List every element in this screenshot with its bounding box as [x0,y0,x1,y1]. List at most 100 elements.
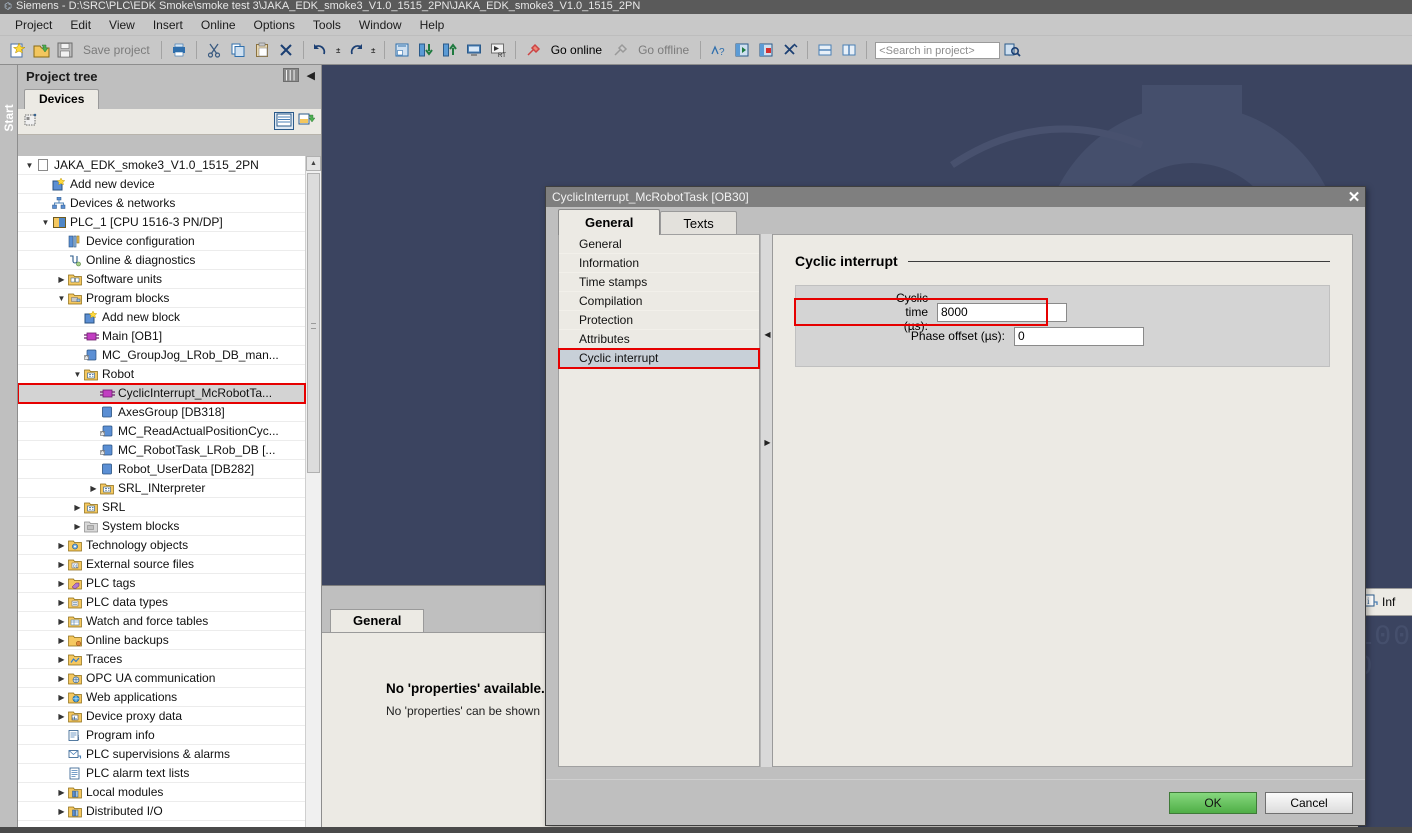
tree-item-cyclicinterrupt-mcrobotta[interactable]: CyclicInterrupt_McRobotTa... [18,384,305,403]
chevron-right-icon[interactable]: ▶ [88,484,99,493]
redo-icon[interactable] [345,39,367,61]
tree-item-robot[interactable]: ▼Robot [18,365,305,384]
dialog-splitter[interactable]: ◀ ▶ [760,234,773,767]
find-in-project-icon[interactable] [1001,39,1023,61]
tree-item-plc-data-types[interactable]: ▶PLC data types [18,593,305,612]
redo-dropdown-icon[interactable]: ± [369,39,378,61]
ok-button[interactable]: OK [1169,792,1257,814]
close-editor-icon[interactable] [755,39,777,61]
go-online-button[interactable]: Go online [545,43,608,57]
save-icon[interactable] [54,39,76,61]
tree-item-mc-robottask-lrob-db[interactable]: MC_RobotTask_LRob_DB [... [18,441,305,460]
chevron-right-icon[interactable]: ▶ [72,522,83,531]
chevron-right-icon[interactable]: ▶ [56,807,67,816]
tab-general-properties[interactable]: General [330,609,424,632]
tree-item-add-new-device[interactable]: Add new device [18,175,305,194]
detail-view-icon[interactable] [298,112,315,130]
chevron-down-icon[interactable]: ▼ [56,294,67,303]
chevron-right-icon[interactable]: ▶ [56,693,67,702]
tree-item-add-new-block[interactable]: Add new block [18,308,305,327]
cyclic-time-input[interactable] [937,303,1067,322]
chevron-right-icon[interactable]: ▶ [56,598,67,607]
chevron-right-icon[interactable]: ▶ [56,636,67,645]
dialog-nav-time-stamps[interactable]: Time stamps [559,273,759,292]
tree-item-technology-objects[interactable]: ▶Technology objects [18,536,305,555]
tree-item-main-ob1[interactable]: Main [OB1] [18,327,305,346]
tree-item-web-applications[interactable]: ▶Web applications [18,688,305,707]
tree-item-online-diagnostics[interactable]: Online & diagnostics [18,251,305,270]
tree-item-plc-1-cpu-1516-3-pn-dp[interactable]: ▼PLC_1 [CPU 1516-3 PN/DP] [18,213,305,232]
compile-icon[interactable] [391,39,413,61]
open-project-icon[interactable] [30,39,52,61]
cancel-button[interactable]: Cancel [1265,792,1353,814]
go-offline-button[interactable]: Go offline [632,43,695,57]
print-icon[interactable] [168,39,190,61]
list-view-icon[interactable] [274,112,294,130]
cut-icon[interactable] [203,39,225,61]
menu-online[interactable]: Online [192,16,245,34]
search-input[interactable]: <Search in project> [875,42,1000,59]
tree-vertical-scrollbar[interactable]: ▲ [305,156,321,833]
tree-item-online-backups[interactable]: ▶Online backups [18,631,305,650]
undo-icon[interactable] [310,39,332,61]
chevron-right-icon[interactable]: ▶ [56,275,67,284]
tree-item-software-units[interactable]: ▶Software units [18,270,305,289]
start-simulation-icon[interactable] [463,39,485,61]
go-online-icon[interactable] [522,39,544,61]
collapse-panel-icon[interactable]: ||| [283,68,299,82]
tree-item-traces[interactable]: ▶Traces [18,650,305,669]
menu-insert[interactable]: Insert [144,16,192,34]
start-runtime-icon[interactable]: RT [487,39,509,61]
tree-item-mc-groupjog-lrob-db-man[interactable]: MC_GroupJog_LRob_DB_man... [18,346,305,365]
undo-dropdown-icon[interactable]: ± [334,39,343,61]
tree-item-device-proxy-data[interactable]: ▶Device proxy data [18,707,305,726]
tree-item-mc-readactualpositioncyc[interactable]: MC_ReadActualPositionCyc... [18,422,305,441]
tree-item-program-blocks[interactable]: ▼Program blocks [18,289,305,308]
dialog-nav-protection[interactable]: Protection [559,311,759,330]
upload-from-device-icon[interactable] [439,39,461,61]
tree-item-srl[interactable]: ▶SRL [18,498,305,517]
chevron-right-icon[interactable]: ▶ [72,503,83,512]
tree-item-distributed-i-o[interactable]: ▶Distributed I/O [18,802,305,821]
chevron-down-icon[interactable]: ▼ [24,161,35,170]
menu-project[interactable]: Project [6,16,61,34]
new-project-icon[interactable] [6,39,28,61]
chevron-right-icon[interactable]: ▶ [56,674,67,683]
tree-item-plc-alarm-text-lists[interactable]: PLC alarm text lists [18,764,305,783]
portal-view-tab[interactable]: Start [0,65,18,833]
chevron-right-icon[interactable]: ▶ [56,579,67,588]
scrollbar-thumb[interactable] [307,173,320,473]
filter-devices-icon[interactable] [24,113,40,131]
tree-item-opc-ua-communication[interactable]: ▶OPC UA communication [18,669,305,688]
save-project-button[interactable]: Save project [77,43,156,57]
dialog-nav-information[interactable]: Information [559,254,759,273]
go-offline-icon[interactable] [609,39,631,61]
copy-icon[interactable] [227,39,249,61]
pin-panel-icon[interactable]: ◀ [307,69,315,82]
menu-tools[interactable]: Tools [304,16,350,34]
tree-item-plc-tags[interactable]: ▶PLC tags [18,574,305,593]
tree-item-jaka-edk-smoke3-v1-0-1515-2pn[interactable]: ▼JAKA_EDK_smoke3_V1.0_1515_2PN [18,156,305,175]
tree-item-axesgroup-db318[interactable]: AxesGroup [DB318] [18,403,305,422]
chevron-right-icon[interactable]: ▶ [56,788,67,797]
tree-item-srl-interpreter[interactable]: ▶SRL_INterpreter [18,479,305,498]
tree-item-program-info[interactable]: iProgram info [18,726,305,745]
splitter-right-arrow-icon[interactable]: ▶ [763,438,772,447]
menu-view[interactable]: View [100,16,144,34]
menu-options[interactable]: Options [245,16,304,34]
tab-general[interactable]: General [558,209,660,235]
tree-item-system-blocks[interactable]: ▶System blocks [18,517,305,536]
tree-item-robot-userdata-db282[interactable]: Robot_UserData [DB282] [18,460,305,479]
menu-edit[interactable]: Edit [61,16,100,34]
tree-item-device-configuration[interactable]: Device configuration [18,232,305,251]
dialog-nav-attributes[interactable]: Attributes [559,330,759,349]
tree-item-external-source-files[interactable]: ▶01External source files [18,555,305,574]
dialog-nav-general[interactable]: General [559,235,759,254]
chevron-right-icon[interactable]: ▶ [56,560,67,569]
chevron-right-icon[interactable]: ▶ [56,541,67,550]
splitter-left-arrow-icon[interactable]: ◀ [763,330,772,339]
tree-item-plc-supervisions-alarms[interactable]: PLC supervisions & alarms [18,745,305,764]
paste-icon[interactable] [251,39,273,61]
dialog-nav-compilation[interactable]: Compilation [559,292,759,311]
task-card-info-tab[interactable]: i Inf [1358,588,1412,616]
